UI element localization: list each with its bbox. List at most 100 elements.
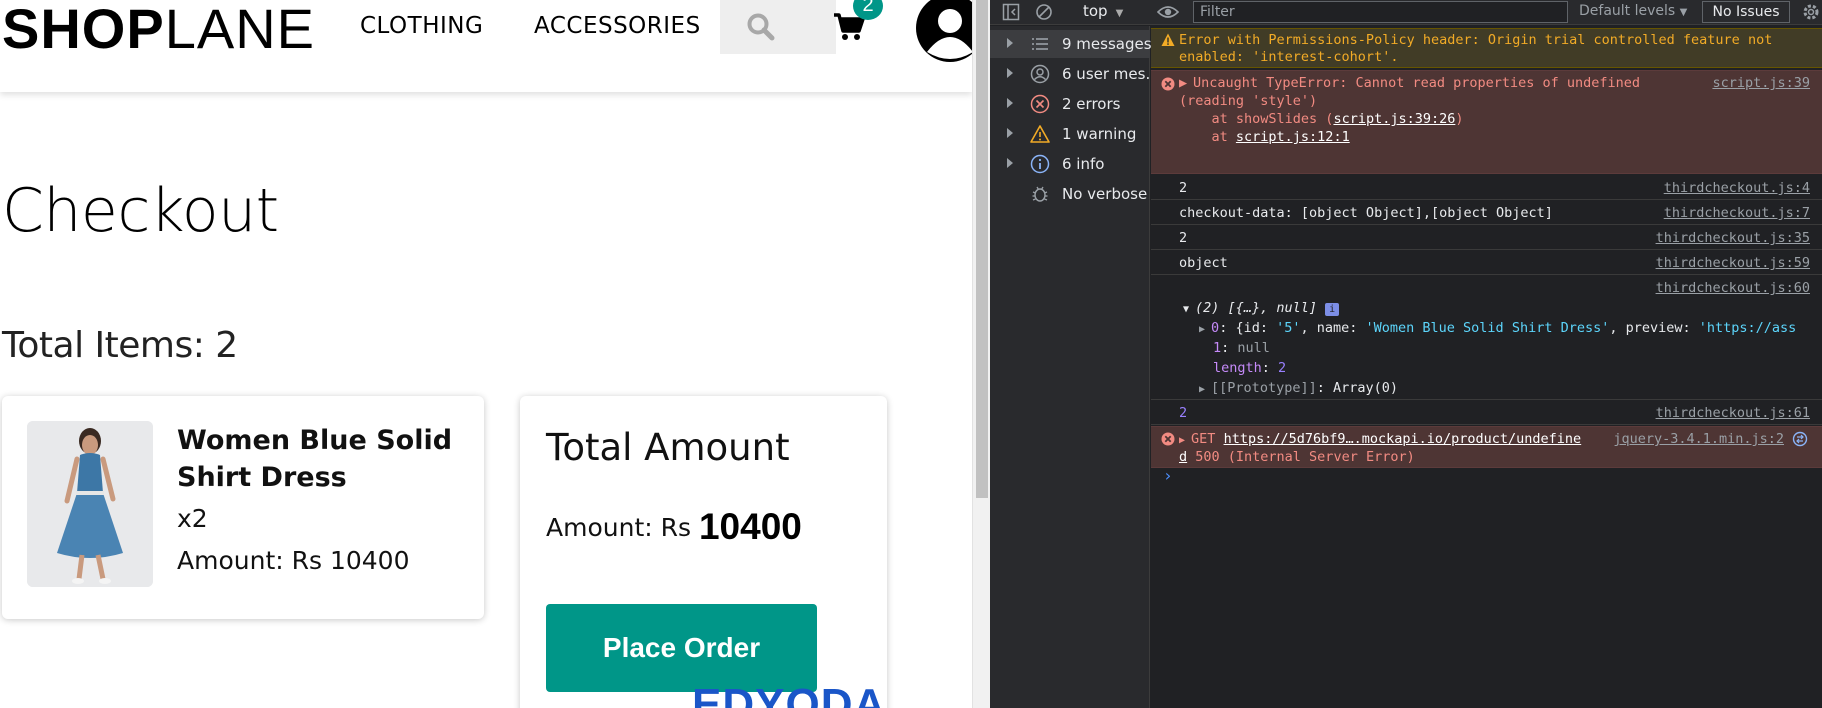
array-prototype[interactable]: ▶ [[Prototype]]: Array(0) <box>1199 380 1398 398</box>
console-log-message[interactable]: 2 thirdcheckout.js:35 <box>1151 226 1822 250</box>
object-name-value: 'Women Blue Solid Shirt Dress' <box>1365 320 1610 336</box>
log-text: 2 <box>1179 230 1188 246</box>
console-filter-input[interactable]: Filter <box>1193 1 1568 23</box>
warning-text: Error with Permissions-Policy header: Or… <box>1179 32 1773 65</box>
search-icon <box>747 13 775 41</box>
console-log-message[interactable]: object thirdcheckout.js:59 <box>1151 251 1822 275</box>
source-link[interactable]: thirdcheckout.js:7 <box>1664 205 1810 221</box>
stack-frame-link[interactable]: script.js:39:26 <box>1333 111 1455 127</box>
info-icon <box>1030 154 1050 174</box>
source-link[interactable]: thirdcheckout.js:59 <box>1656 255 1810 271</box>
prototype-value: Array(0) <box>1332 380 1399 396</box>
search-button[interactable] <box>720 0 836 54</box>
expand-arrow-icon[interactable] <box>1007 38 1013 48</box>
console-error-message[interactable]: ▶ Uncaught TypeError: Cannot read proper… <box>1151 70 1822 174</box>
error-icon <box>1030 94 1050 114</box>
console-prompt-chevron-icon[interactable]: › <box>1163 466 1173 485</box>
array-null-value: null <box>1237 340 1270 356</box>
expand-arrow-icon[interactable] <box>1007 128 1013 138</box>
context-selector[interactable]: top ▼ <box>1083 2 1123 20</box>
network-error-line1: ▶ GET https://5d76bf9….mockapi.io/produc… <box>1179 431 1581 449</box>
expand-triangle-icon[interactable]: ▶ <box>1199 324 1211 335</box>
info-badge-icon[interactable]: i <box>1325 303 1340 316</box>
console-log-message[interactable]: 2 thirdcheckout.js:61 <box>1151 401 1822 425</box>
total-amount-card: Total Amount Amount: Rs 10400 Place Orde… <box>520 396 887 708</box>
source-link[interactable]: thirdcheckout.js:60 <box>1656 280 1810 296</box>
log-text: 2 <box>1179 405 1188 421</box>
list-icon <box>1032 38 1048 50</box>
nav-accessories[interactable]: ACCESSORIES <box>534 13 701 39</box>
brand-logo[interactable]: SHOPLANE <box>2 0 315 61</box>
context-label: top <box>1083 2 1108 20</box>
console-object-message[interactable]: thirdcheckout.js:60 ▼ (2) [{…}, null] i … <box>1151 276 1822 400</box>
total-amount-line: Amount: Rs 10400 <box>546 506 802 548</box>
sidebar-item-user-messages[interactable]: 6 user mes... <box>990 60 1160 88</box>
request-url-link-cont[interactable]: d <box>1179 449 1187 465</box>
sidebar-item-info[interactable]: 6 info <box>990 150 1150 178</box>
console-warning-message[interactable]: Error with Permissions-Policy header: Or… <box>1151 28 1822 68</box>
nav-clothing[interactable]: CLOTHING <box>360 13 483 39</box>
bug-icon <box>1032 186 1048 202</box>
cart-item-card: Women Blue Solid Shirt Dress x2 Amount: … <box>2 396 484 619</box>
log-levels-dropdown[interactable]: Default levels ▼ <box>1579 3 1687 19</box>
log-text: object <box>1179 255 1228 271</box>
expand-arrow-icon[interactable] <box>1007 158 1013 168</box>
warning-icon <box>1161 33 1175 46</box>
sidebar-item-messages[interactable]: 9 messages <box>990 30 1152 58</box>
console-toolbar: top ▼ Filter Default levels ▼ No Issues <box>990 0 1822 25</box>
place-order-button[interactable]: Place Order <box>546 604 817 692</box>
live-expression-eye-icon[interactable] <box>1157 4 1179 20</box>
source-link[interactable]: jquery-3.4.1.min.js:2 <box>1613 431 1784 447</box>
sidebar-label: 6 user mes... <box>1062 65 1160 83</box>
console-log-message[interactable]: checkout-data: [object Object],[object O… <box>1151 201 1822 225</box>
array-key: length <box>1213 360 1262 376</box>
stack-frame-text: ) <box>1455 111 1464 127</box>
array-length: length: 2 <box>1213 360 1287 376</box>
total-items-label: Total Items: 2 <box>2 325 238 366</box>
collapse-triangle-icon[interactable]: ▼ <box>1183 304 1195 315</box>
warning-icon <box>1030 125 1050 143</box>
source-link[interactable]: script.js:39 <box>1712 75 1810 91</box>
sidebar-label: 1 warning <box>1062 125 1137 143</box>
array-entry-0[interactable]: ▶ 0: {id: '5', name: 'Women Blue Solid S… <box>1199 320 1796 338</box>
sidebar-item-errors[interactable]: 2 errors <box>990 90 1150 118</box>
source-link[interactable]: thirdcheckout.js:4 <box>1664 180 1810 196</box>
clear-console-icon[interactable] <box>1035 3 1053 21</box>
source-link[interactable]: thirdcheckout.js:61 <box>1656 405 1810 421</box>
user-icon <box>1030 64 1050 84</box>
source-link[interactable]: thirdcheckout.js:35 <box>1656 230 1810 246</box>
sidebar-item-warnings[interactable]: 1 warning <box>990 120 1150 148</box>
array-head-text: (2) [{…}, null] <box>1195 300 1317 316</box>
error-stack-frame-1: at showSlides (script.js:39:26) <box>1179 111 1464 128</box>
array-preview[interactable]: ▼ (2) [{…}, null] i <box>1183 300 1340 318</box>
total-amount-label: Amount: Rs <box>546 513 699 542</box>
stack-frame-text: at showSlides ( <box>1179 111 1334 127</box>
page-scrollbar[interactable] <box>972 0 990 708</box>
error-stack-frame-2: at script.js:12:1 <box>1179 129 1350 146</box>
item-name: Women Blue Solid Shirt Dress <box>177 425 453 493</box>
page-scrollbar-thumb[interactable] <box>976 0 988 498</box>
stack-frame-link[interactable]: script.js:12:1 <box>1236 129 1350 145</box>
sidebar-toggle-icon[interactable] <box>1002 3 1020 21</box>
shop-page: SHOPLANE CLOTHING ACCESSORIES 2 Checkout… <box>0 0 972 708</box>
issues-button[interactable]: No Issues <box>1702 1 1790 23</box>
sidebar-item-verbose[interactable]: No verbose <box>990 180 1150 208</box>
expand-triangle-icon[interactable]: ▶ <box>1179 435 1191 446</box>
console-log-message[interactable]: 2 thirdcheckout.js:4 <box>1151 176 1822 200</box>
error-expand-triangle[interactable]: ▶ <box>1179 75 1187 92</box>
expand-arrow-icon[interactable] <box>1007 98 1013 108</box>
settings-gear-icon[interactable] <box>1802 3 1820 21</box>
network-request-icon[interactable] <box>1792 431 1808 447</box>
site-header: SHOPLANE CLOTHING ACCESSORIES 2 <box>0 0 972 92</box>
console-network-error-message[interactable]: ▶ GET https://5d76bf9….mockapi.io/produc… <box>1151 426 1822 468</box>
brand-logo-light: LANE <box>164 0 315 60</box>
expand-triangle-icon[interactable]: ▶ <box>1199 384 1211 395</box>
total-amount-value: 10400 <box>698 506 802 547</box>
array-key: 1 <box>1213 340 1222 356</box>
object-id-value: '5' <box>1276 320 1301 336</box>
user-avatar-icon[interactable] <box>914 0 972 64</box>
levels-caret-icon: ▼ <box>1679 7 1688 18</box>
expand-arrow-icon[interactable] <box>1007 68 1013 78</box>
sidebar-label: No verbose <box>1062 185 1148 203</box>
request-url-link[interactable]: https://5d76bf9….mockapi.io/product/unde… <box>1224 431 1582 447</box>
